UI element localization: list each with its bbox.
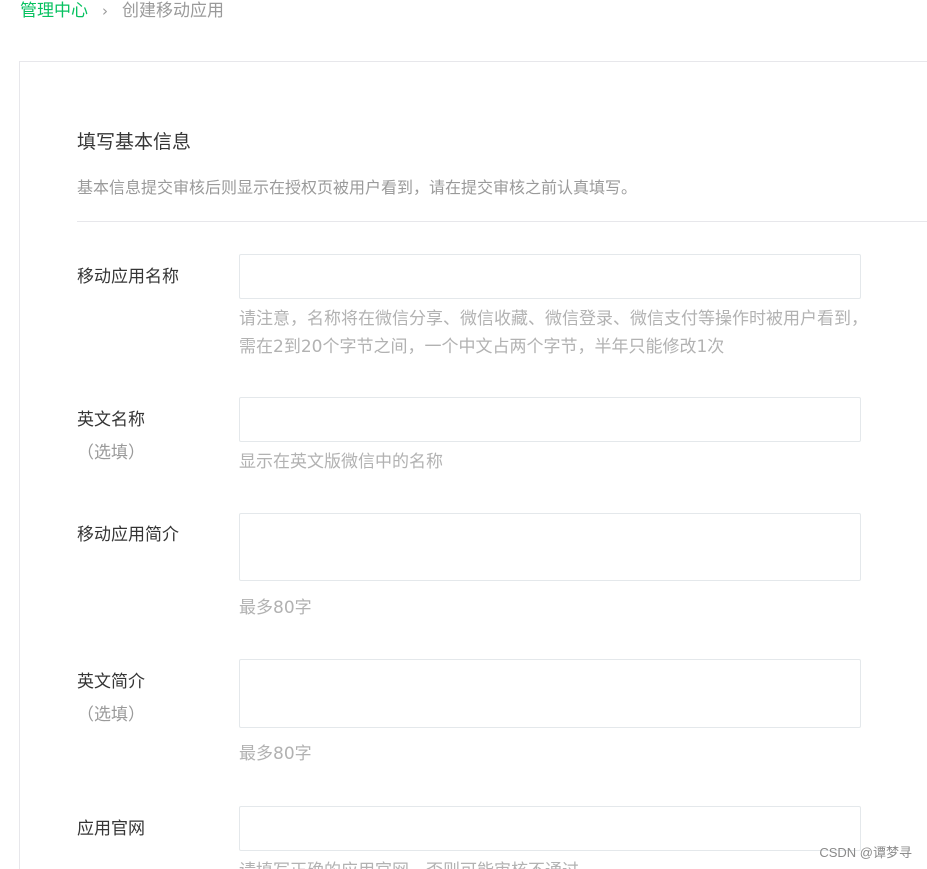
app-intro-label: 移动应用简介	[77, 525, 179, 545]
app-intro-hint: 最多80字	[239, 598, 312, 618]
chevron-right-icon: ›	[102, 2, 108, 20]
english-name-hint: 显示在英文版微信中的名称	[239, 452, 443, 472]
website-input[interactable]	[239, 806, 861, 851]
website-hint: 请填写正确的应用官网，否则可能审核不通过	[239, 857, 579, 869]
app-name-input[interactable]	[239, 254, 861, 299]
divider	[77, 221, 927, 222]
app-intro-textarea[interactable]	[239, 513, 861, 581]
breadcrumb-current: 创建移动应用	[122, 1, 224, 21]
english-intro-optional: （选填）	[77, 705, 145, 725]
app-name-hint-line2: 需在2到20个字节之间，一个中文占两个字节，半年只能修改1次	[239, 337, 725, 357]
english-intro-label: 英文简介	[77, 672, 145, 692]
english-name-optional: （选填）	[77, 443, 145, 463]
website-label: 应用官网	[77, 819, 145, 839]
english-name-input[interactable]	[239, 397, 861, 442]
app-name-hint-line1: 请注意，名称将在微信分享、微信收藏、微信登录、微信支付等操作时被用户看到，	[239, 309, 868, 329]
section-title: 填写基本信息	[77, 131, 192, 153]
english-intro-hint: 最多80字	[239, 744, 312, 764]
english-intro-textarea[interactable]	[239, 659, 861, 728]
breadcrumb-home-link[interactable]: 管理中心	[20, 0, 88, 22]
breadcrumb: 管理中心 › 创建移动应用	[20, 0, 224, 22]
app-name-label: 移动应用名称	[77, 267, 179, 287]
watermark: CSDN @谭梦寻	[819, 845, 912, 860]
english-name-label: 英文名称	[77, 410, 145, 430]
page: 管理中心 › 创建移动应用 填写基本信息 基本信息提交审核后则显示在授权页被用户…	[0, 0, 927, 869]
section-description: 基本信息提交审核后则显示在授权页被用户看到，请在提交审核之前认真填写。	[77, 178, 638, 197]
